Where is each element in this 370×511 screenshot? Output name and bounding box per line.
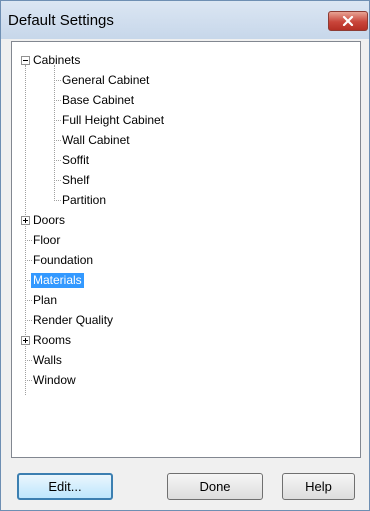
tree-connector <box>25 360 32 361</box>
tree-connector <box>25 260 32 261</box>
close-icon <box>342 16 354 26</box>
tree-connector <box>54 65 55 199</box>
help-button[interactable]: Help <box>282 473 355 500</box>
tree-item-render-quality[interactable]: Render Quality <box>33 313 113 328</box>
tree-connector <box>25 65 26 395</box>
edit-button[interactable]: Edit... <box>17 473 113 500</box>
tree-connector <box>54 160 61 161</box>
close-button[interactable] <box>328 11 368 31</box>
expand-doors-icon[interactable] <box>21 216 30 225</box>
tree-item-walls[interactable]: Walls <box>33 353 62 368</box>
tree-item-soffit[interactable]: Soffit <box>62 153 89 168</box>
tree-item-plan[interactable]: Plan <box>33 293 57 308</box>
dialog-title: Default Settings <box>8 12 114 29</box>
tree-connector <box>54 120 61 121</box>
title-bar[interactable]: Default Settings <box>1 1 369 39</box>
tree-item-partition[interactable]: Partition <box>62 193 106 208</box>
default-settings-dialog: Default Settings Cabinets General Cabine… <box>0 0 370 511</box>
tree-item-full-height-cabinet[interactable]: Full Height Cabinet <box>62 113 164 128</box>
tree-item-rooms[interactable]: Rooms <box>33 333 71 348</box>
tree-item-wall-cabinet[interactable]: Wall Cabinet <box>62 133 130 148</box>
tree-connector <box>54 80 61 81</box>
done-button[interactable]: Done <box>167 473 263 500</box>
tree-connector <box>54 200 61 201</box>
dialog-body: Cabinets General Cabinet Base Cabinet Fu… <box>8 39 363 504</box>
tree-connector <box>25 320 32 321</box>
tree-item-window[interactable]: Window <box>33 373 76 388</box>
tree-connector <box>54 180 61 181</box>
tree-item-foundation[interactable]: Foundation <box>33 253 93 268</box>
tree-item-doors[interactable]: Doors <box>33 213 65 228</box>
tree-connector <box>25 380 32 381</box>
tree-item-base-cabinet[interactable]: Base Cabinet <box>62 93 134 108</box>
tree-connector <box>54 100 61 101</box>
expand-rooms-icon[interactable] <box>21 336 30 345</box>
tree-connector <box>54 140 61 141</box>
tree-item-general-cabinet[interactable]: General Cabinet <box>62 73 149 88</box>
tree-item-cabinets[interactable]: Cabinets <box>33 53 80 68</box>
collapse-cabinets-icon[interactable] <box>21 56 30 65</box>
tree-item-shelf[interactable]: Shelf <box>62 173 89 188</box>
tree-item-materials[interactable]: Materials <box>31 273 84 288</box>
settings-tree[interactable]: Cabinets General Cabinet Base Cabinet Fu… <box>11 41 361 458</box>
tree-connector <box>25 240 32 241</box>
tree-connector <box>25 300 32 301</box>
tree-item-floor[interactable]: Floor <box>33 233 60 248</box>
